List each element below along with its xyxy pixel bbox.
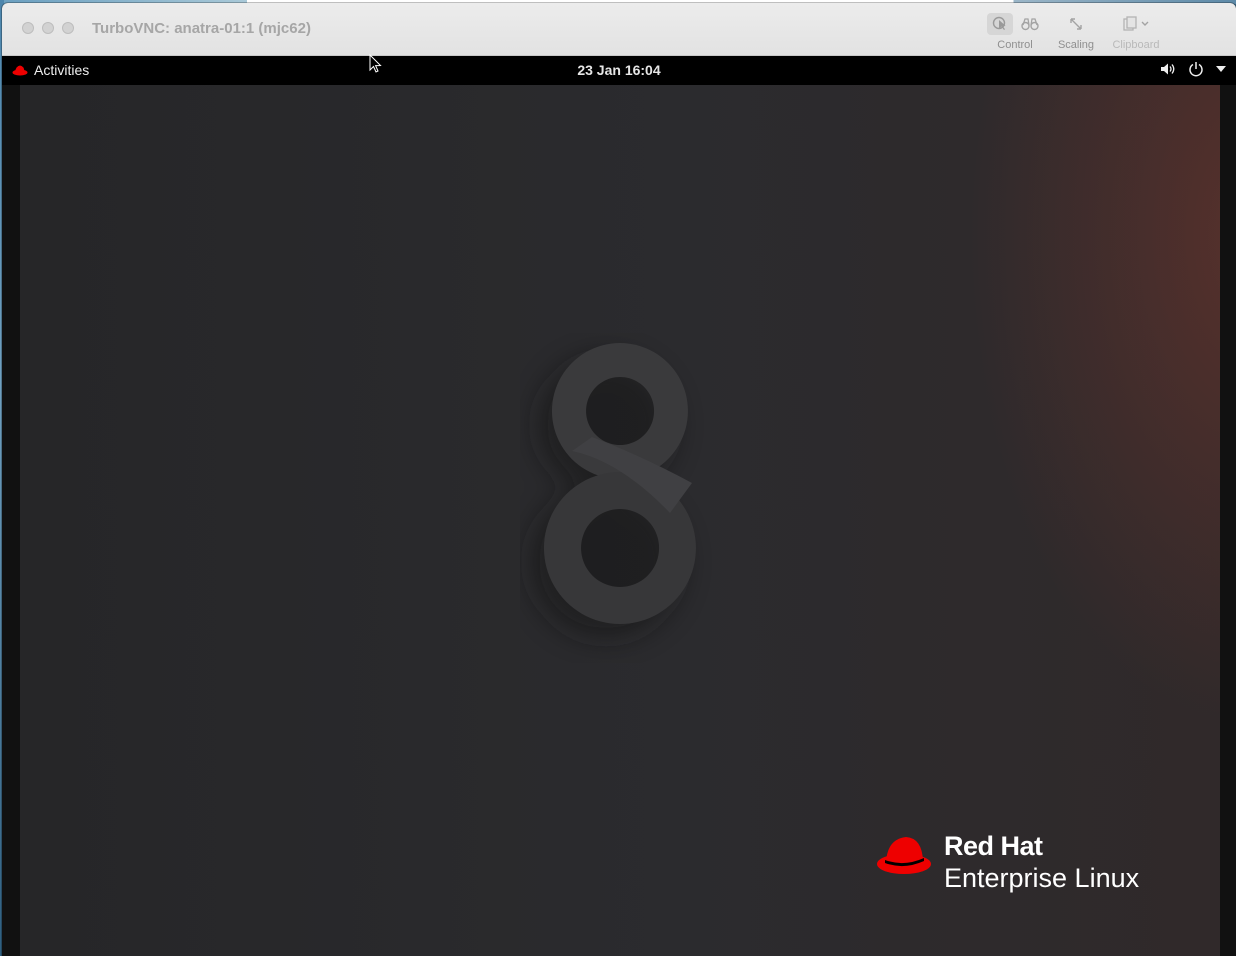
zoom-button[interactable]	[62, 22, 74, 34]
redhat-logo-icon	[877, 837, 931, 874]
binoculars-icon	[1021, 18, 1039, 31]
gnome-top-bar: Activities 23 Jan 16:04	[2, 56, 1236, 85]
desktop-right-edge	[1220, 85, 1236, 956]
desktop-wallpaper[interactable]: Red Hat Enterprise Linux	[20, 85, 1220, 956]
scaling-label: Scaling	[1057, 39, 1095, 51]
clipboard-group[interactable]: Clipboard	[1108, 13, 1164, 51]
system-tray[interactable]	[1160, 61, 1226, 77]
resize-arrows-icon	[1070, 18, 1082, 30]
window-title: TurboVNC: anatra-01:1 (mjc62)	[92, 20, 311, 37]
observe-button[interactable]	[1017, 13, 1043, 35]
pointer-control-button[interactable]	[987, 13, 1013, 35]
pointer-icon	[992, 16, 1006, 30]
scaling-group[interactable]: Scaling	[1054, 13, 1098, 51]
logo-line-enterprise-linux: Enterprise Linux	[944, 863, 1140, 893]
control-label: Control	[997, 39, 1033, 51]
redhat-enterprise-linux-logo: Red Hat Enterprise Linux	[876, 833, 1139, 892]
menu-arrow-icon[interactable]	[1216, 65, 1226, 73]
window-titlebar[interactable]: TurboVNC: anatra-01:1 (mjc62) Control Sc…	[2, 3, 1236, 56]
rhel-eight-graphic	[530, 343, 696, 638]
clipboard-label: Clipboard	[1112, 39, 1160, 51]
scaling-button[interactable]	[1063, 13, 1089, 35]
power-icon[interactable]	[1188, 61, 1204, 77]
close-button[interactable]	[22, 22, 34, 34]
vnc-window: TurboVNC: anatra-01:1 (mjc62) Control Sc…	[2, 3, 1236, 956]
desktop-left-edge	[2, 85, 20, 956]
minimize-button[interactable]	[42, 22, 54, 34]
clock[interactable]: 23 Jan 16:04	[2, 62, 1236, 78]
logo-line-redhat: Red Hat	[944, 831, 1043, 861]
clipboard-button[interactable]	[1116, 13, 1156, 35]
mouse-cursor-icon	[369, 54, 382, 73]
volume-icon[interactable]	[1160, 62, 1176, 76]
control-group[interactable]: Control	[984, 13, 1046, 51]
clipboard-icon	[1123, 16, 1149, 31]
